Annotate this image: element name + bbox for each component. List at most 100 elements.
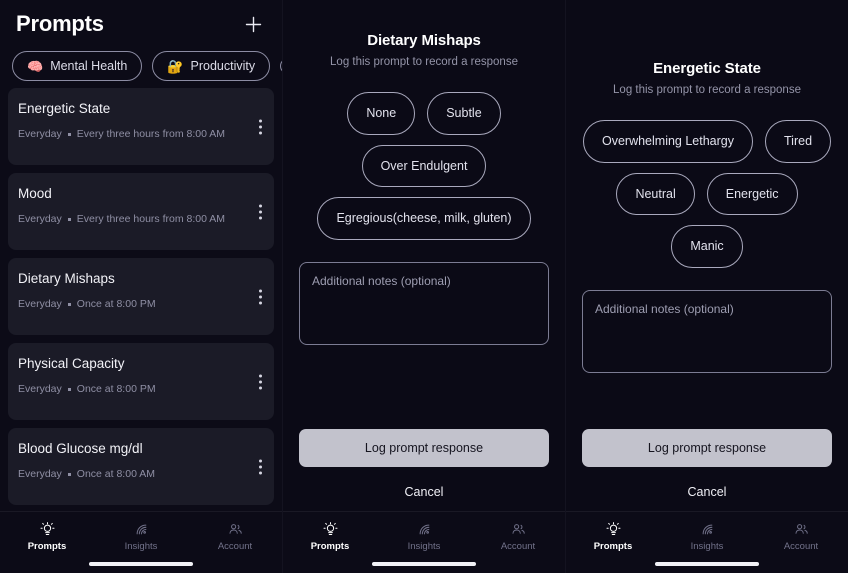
nav-label: Insights [690, 541, 724, 552]
nav-label: Prompts [593, 541, 633, 552]
nav-item-prompts[interactable]: Prompts [580, 521, 646, 552]
option-tired[interactable]: Tired [765, 120, 832, 163]
lock-icon: 🔐 [167, 58, 184, 74]
nav-label: Prompts [27, 541, 67, 552]
kebab-dot [259, 216, 262, 219]
prompt-schedule: Everyday Every three hours from 8:00 AM [18, 213, 240, 225]
nav-item-prompts[interactable]: Prompts [297, 521, 363, 552]
plus-icon [245, 16, 262, 33]
schedule-day: Everyday [18, 128, 62, 140]
nav-label: Account [500, 541, 536, 552]
category-chip-productivity[interactable]: 🔐 Productivity [152, 51, 271, 81]
nav-item-account[interactable]: Account [485, 521, 551, 552]
list-item[interactable]: Dietary Mishaps Everyday Once at 8:00 PM [8, 258, 274, 335]
schedule-day: Everyday [18, 383, 62, 395]
dietary-mishaps-panel: Dietary Mishaps Log this prompt to recor… [283, 0, 566, 573]
option-over-endulgent[interactable]: Over Endulgent [361, 144, 487, 187]
prompt-title: Dietary Mishaps [18, 271, 115, 286]
option-egregious[interactable]: Egregious(cheese, milk, gluten) [317, 197, 531, 240]
option-subtle[interactable]: Subtle [427, 92, 501, 135]
lightbulb-icon [40, 521, 55, 538]
option-neutral[interactable]: Neutral [616, 172, 695, 215]
prompt-options-menu-button[interactable] [259, 374, 262, 389]
kebab-dot [259, 301, 262, 304]
log-prompt-response-button[interactable]: Log prompt response [582, 429, 832, 467]
kebab-dot [259, 386, 262, 389]
schedule-time: Once at 8:00 PM [76, 383, 156, 395]
nav-item-account[interactable]: Account [202, 521, 268, 552]
separator-dot [67, 472, 71, 476]
option-overwhelming-lethargy[interactable]: Overwhelming Lethargy [582, 120, 753, 163]
prompt-options-menu-button[interactable] [259, 289, 262, 304]
brain-icon: 🧠 [27, 58, 44, 74]
cancel-button[interactable]: Cancel [299, 485, 549, 499]
nav-item-insights[interactable]: Insights [391, 521, 457, 552]
prompt-schedule: Everyday Once at 8:00 AM [18, 468, 240, 480]
additional-notes-input[interactable] [582, 289, 832, 373]
nav-item-account[interactable]: Account [768, 521, 834, 552]
people-icon [511, 521, 526, 538]
prompt-options-menu-button[interactable] [259, 459, 262, 474]
prompt-options-menu-button[interactable] [259, 119, 262, 134]
list-item[interactable]: Blood Glucose mg/dl Everyday Once at 8:0… [8, 428, 274, 505]
nav-label: Account [217, 541, 253, 552]
prompt-title: Physical Capacity [18, 356, 125, 371]
lightbulb-icon [606, 521, 621, 538]
category-chip-label: Mental Health [50, 59, 128, 73]
category-chip-overflow[interactable] [280, 58, 282, 74]
nav-label: Insights [124, 541, 158, 552]
response-options: None Subtle Over Endulgent Egregious(che… [299, 92, 549, 240]
nav-item-insights[interactable]: Insights [108, 521, 174, 552]
panel-subtitle: Log this prompt to record a response [613, 84, 801, 96]
category-chip-label: Productivity [190, 59, 256, 73]
prompt-options-menu-button[interactable] [259, 204, 262, 219]
panel-subtitle: Log this prompt to record a response [330, 56, 518, 68]
kebab-dot [259, 459, 262, 462]
schedule-day: Everyday [18, 468, 62, 480]
nav-item-prompts[interactable]: Prompts [14, 521, 80, 552]
schedule-time: Once at 8:00 AM [76, 468, 155, 480]
kebab-dot [259, 374, 262, 377]
spiral-icon [700, 521, 715, 538]
lightbulb-icon [323, 521, 338, 538]
cancel-button[interactable]: Cancel [582, 485, 832, 499]
energetic-state-panel: Energetic State Log this prompt to recor… [566, 0, 848, 573]
option-manic[interactable]: Manic [671, 225, 743, 268]
people-icon [228, 521, 243, 538]
kebab-dot [259, 204, 262, 207]
home-indicator [655, 562, 759, 566]
bottom-nav-items: Prompts Insights Account [566, 512, 848, 562]
prompt-response-form: Energetic State Log this prompt to recor… [566, 0, 848, 573]
bottom-nav: Prompts Insights Account [0, 511, 282, 573]
log-prompt-response-button[interactable]: Log prompt response [299, 429, 549, 467]
schedule-time: Every three hours from 8:00 AM [76, 213, 226, 225]
option-energetic[interactable]: Energetic [706, 172, 798, 215]
prompt-response-form: Dietary Mishaps Log this prompt to recor… [283, 0, 565, 573]
kebab-dot [259, 119, 262, 122]
add-prompt-button[interactable] [240, 11, 266, 37]
kebab-dot [259, 295, 262, 298]
panel-title: Energetic State [653, 60, 761, 77]
option-none[interactable]: None [347, 92, 416, 135]
home-indicator [372, 562, 476, 566]
prompt-title: Blood Glucose mg/dl [18, 441, 143, 456]
schedule-time: Every three hours from 8:00 AM [76, 128, 226, 140]
separator-dot [67, 132, 71, 136]
spiral-icon [134, 521, 149, 538]
prompt-title: Mood [18, 186, 52, 201]
list-header: Prompts [0, 0, 282, 40]
page-title: Prompts [16, 11, 104, 36]
prompt-title: Energetic State [18, 101, 111, 116]
separator-dot [67, 387, 71, 391]
category-chip-mental-health[interactable]: 🧠 Mental Health [12, 51, 143, 81]
list-item[interactable]: Energetic State Everyday Every three hou… [8, 88, 274, 165]
schedule-day: Everyday [18, 298, 62, 310]
kebab-dot [259, 465, 262, 468]
bottom-nav-items: Prompts Insights Account [0, 512, 282, 562]
nav-item-insights[interactable]: Insights [674, 521, 740, 552]
list-item[interactable]: Mood Everyday Every three hours from 8:0… [8, 173, 274, 250]
additional-notes-input[interactable] [299, 261, 549, 345]
separator-dot [67, 302, 71, 306]
list-item[interactable]: Physical Capacity Everyday Once at 8:00 … [8, 343, 274, 420]
prompt-schedule: Everyday Once at 8:00 PM [18, 383, 240, 395]
